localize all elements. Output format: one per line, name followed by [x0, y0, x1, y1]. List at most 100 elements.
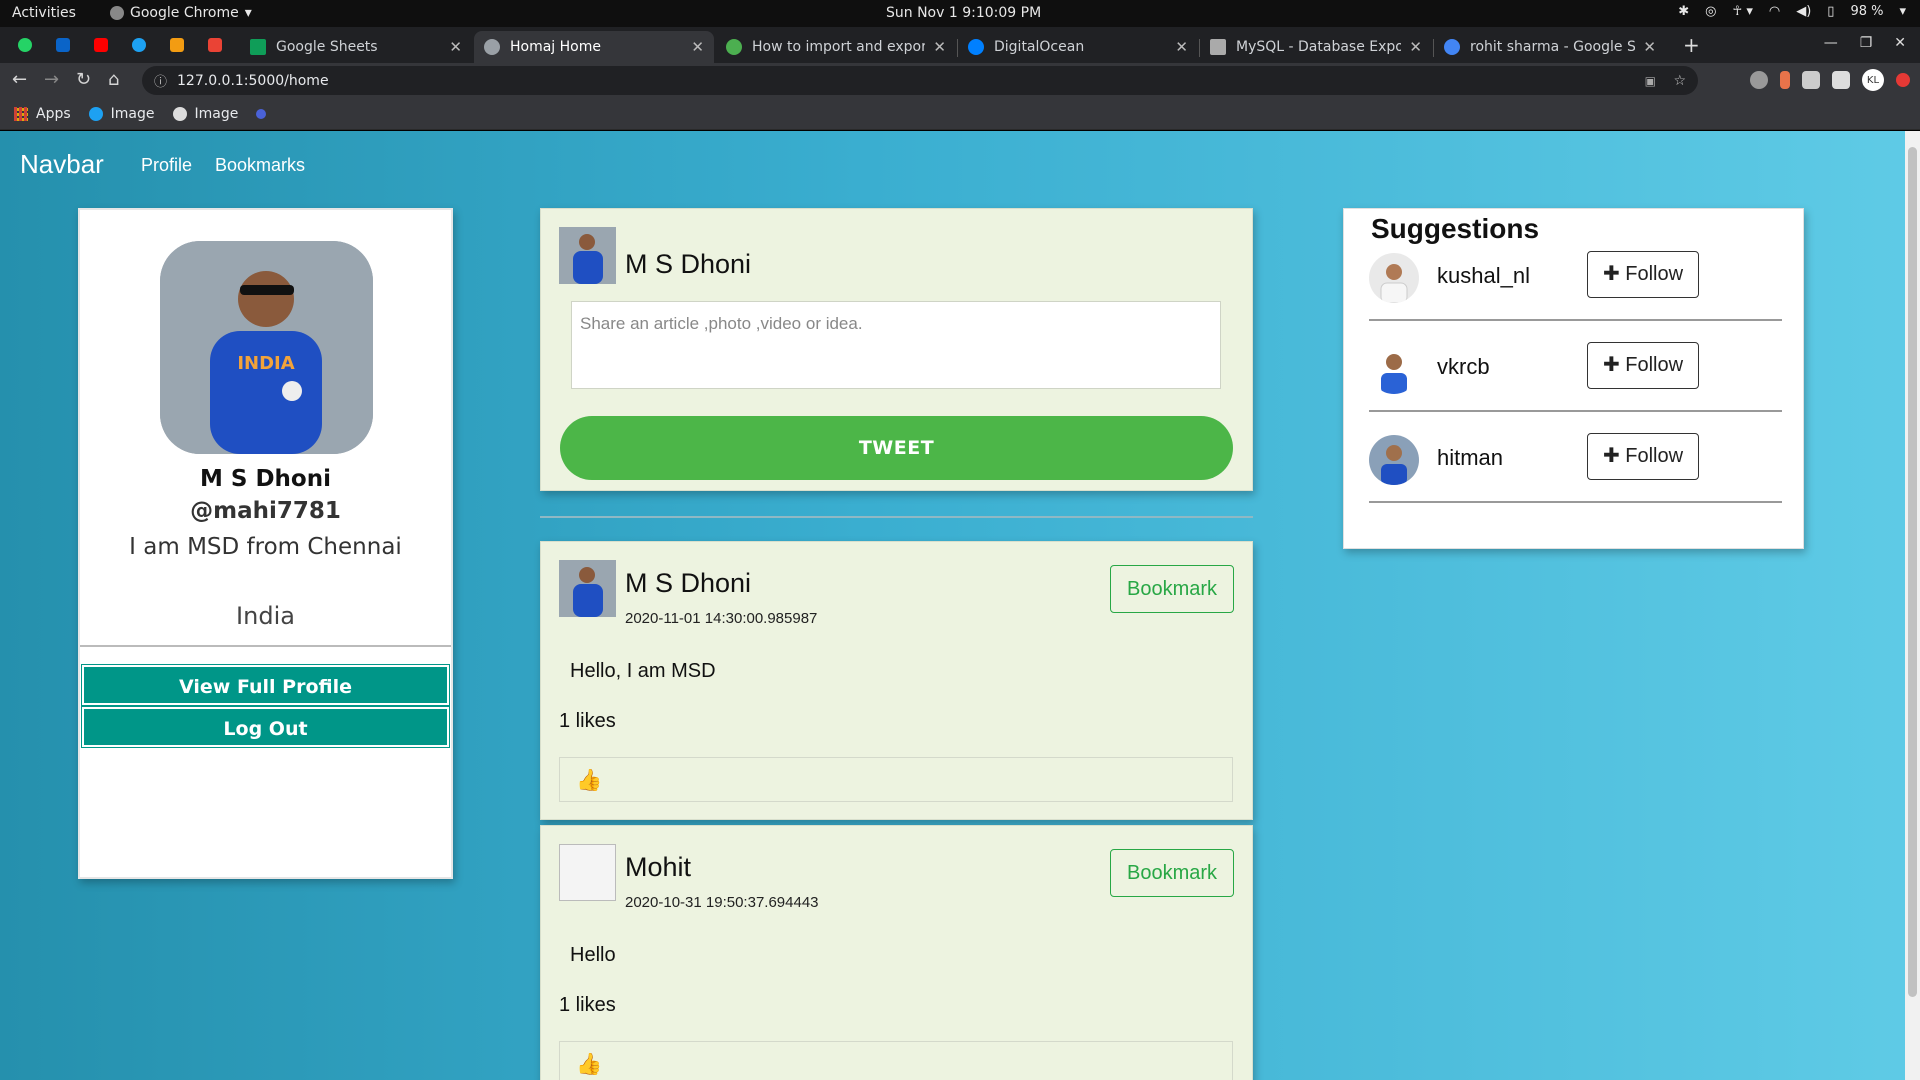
close-icon[interactable]: ✕: [1643, 38, 1656, 56]
post-card: Mohit 2020-10-31 19:50:37.694443 Bookmar…: [540, 825, 1253, 1080]
tab-import-export[interactable]: How to import and expor ✕: [716, 31, 956, 63]
follow-button[interactable]: ✚ Follow: [1587, 342, 1699, 389]
extensions-area: KL: [1750, 69, 1910, 91]
profile-handle: @mahi7781: [190, 498, 341, 524]
svg-text:INDIA: INDIA: [237, 353, 294, 374]
page-scrollbar[interactable]: [1905, 131, 1920, 1080]
battery-percent: 98 %: [1850, 4, 1884, 19]
post-card: M S Dhoni 2020-11-01 14:30:00.985987 Boo…: [540, 541, 1253, 820]
globe-icon: [172, 106, 187, 121]
post-text: Hello: [570, 944, 616, 966]
os-top-bar: Activities Google Chrome ▾ Sun Nov 1 9:1…: [0, 0, 1920, 27]
suggestion-row: hitman ✚ Follow: [1369, 425, 1782, 516]
site-info-icon[interactable]: ⓘ: [154, 71, 167, 90]
pinned-tab-whatsapp[interactable]: [10, 33, 40, 57]
bookmark-button[interactable]: Bookmark: [1110, 849, 1234, 897]
bookmark-unlabeled[interactable]: [256, 108, 267, 119]
tab-google-search[interactable]: rohit sharma - Google Sea ✕: [1434, 31, 1666, 63]
suggestion-username[interactable]: vkrcb: [1437, 354, 1490, 380]
close-icon[interactable]: ✕: [1409, 38, 1422, 56]
suggestion-username[interactable]: hitman: [1437, 445, 1503, 471]
close-icon[interactable]: ✕: [691, 38, 704, 56]
bluetooth-icon[interactable]: ✱: [1678, 4, 1689, 19]
pinned-tab-youtube[interactable]: [86, 33, 116, 57]
follow-button[interactable]: ✚ Follow: [1587, 251, 1699, 298]
system-menu-chevron-icon[interactable]: ▾: [1899, 4, 1906, 19]
reload-icon[interactable]: ↻: [76, 69, 91, 90]
post-author-name[interactable]: Mohit: [625, 852, 691, 883]
close-icon[interactable]: ✕: [1175, 38, 1188, 56]
extensions-puzzle-icon[interactable]: [1832, 71, 1850, 89]
forward-arrow-icon[interactable]: →: [44, 69, 59, 90]
system-tray[interactable]: ✱ ◎ ☥ ▾ ◠ ◀) ▯ 98 % ▾: [1678, 4, 1906, 19]
pinned-tab-outlook[interactable]: [48, 33, 78, 57]
bookmark-apps[interactable]: Apps: [14, 106, 71, 122]
bookmark-image-globe[interactable]: Image: [172, 106, 238, 122]
chevron-down-icon: ▾: [244, 5, 252, 21]
navbar-brand[interactable]: Navbar: [20, 149, 104, 180]
sync-icon[interactable]: ◎: [1705, 4, 1716, 19]
person-photo-icon: INDIA: [160, 241, 373, 454]
app-menu[interactable]: Google Chrome ▾: [110, 5, 252, 21]
clock[interactable]: Sun Nov 1 9:10:09 PM: [886, 5, 1041, 21]
new-tab-plus-icon[interactable]: +: [1683, 33, 1700, 57]
minimize-icon[interactable]: —: [1824, 35, 1838, 51]
follow-label: Follow: [1625, 445, 1684, 467]
nav-link-profile[interactable]: Profile: [141, 155, 192, 176]
tab-mysql-export[interactable]: MySQL - Database Export ✕: [1200, 31, 1432, 63]
bookmark-image-twitter[interactable]: Image: [88, 106, 155, 122]
tab-homaj-home[interactable]: Homaj Home ✕: [474, 31, 714, 63]
tab-google-sheets[interactable]: Google Sheets ✕: [240, 31, 472, 63]
wifi-icon[interactable]: ◠: [1769, 4, 1780, 19]
battery-icon[interactable]: ▯: [1827, 4, 1834, 19]
account-avatar[interactable]: KL: [1862, 69, 1884, 91]
compose-textarea[interactable]: Share an article ,photo ,video or idea.: [571, 301, 1221, 389]
tab-title: MySQL - Database Export: [1236, 39, 1402, 55]
home-icon[interactable]: ⌂: [108, 69, 119, 90]
extension-red-icon[interactable]: [1896, 73, 1910, 87]
chrome-icon: [110, 6, 124, 20]
back-arrow-icon[interactable]: ←: [12, 69, 27, 90]
feed-divider: [540, 516, 1253, 518]
extension-bulb-icon[interactable]: [1780, 71, 1790, 89]
close-icon[interactable]: ✕: [449, 38, 462, 56]
profile-country: India: [236, 602, 295, 630]
pinned-tab-twitter[interactable]: [124, 33, 154, 57]
pinned-tabs: [10, 33, 230, 57]
accessibility-icon[interactable]: ☥ ▾: [1733, 4, 1753, 19]
plus-icon: ✚: [1602, 354, 1626, 376]
post-timestamp: 2020-10-31 19:50:37.694443: [625, 894, 819, 911]
person-photo-icon: [559, 227, 616, 284]
translate-icon[interactable]: ▣: [1645, 74, 1656, 88]
activities-button[interactable]: Activities: [12, 5, 76, 21]
thumbs-up-icon[interactable]: 👍: [576, 1052, 602, 1077]
view-full-profile-button[interactable]: View Full Profile: [82, 665, 449, 705]
nav-link-bookmarks[interactable]: Bookmarks: [215, 155, 305, 176]
bookmarks-bar: Apps Image Image: [0, 98, 1920, 130]
follow-button[interactable]: ✚ Follow: [1587, 433, 1699, 480]
pinned-tab-gmail[interactable]: [200, 33, 230, 57]
pinned-tab-internshala[interactable]: [162, 33, 192, 57]
extension-cloud-icon[interactable]: [1750, 71, 1768, 89]
close-icon[interactable]: ✕: [933, 38, 946, 56]
thumbs-up-icon[interactable]: 👍: [576, 768, 602, 793]
bookmark-button[interactable]: Bookmark: [1110, 565, 1234, 613]
extension-stack-icon[interactable]: [1802, 71, 1820, 89]
volume-icon[interactable]: ◀): [1796, 4, 1811, 19]
tweet-button[interactable]: TWEET: [560, 416, 1233, 480]
scrollbar-thumb[interactable]: [1908, 147, 1917, 997]
suggestion-avatar: [1369, 435, 1419, 485]
address-bar[interactable]: ⓘ 127.0.0.1:5000/home ▣ ☆: [142, 66, 1698, 95]
like-bar: 👍: [559, 757, 1233, 802]
bookmark-star-icon[interactable]: ☆: [1673, 73, 1686, 89]
tab-title: DigitalOcean: [994, 39, 1085, 55]
post-like-count: 1 likes: [559, 994, 616, 1016]
logout-button[interactable]: Log Out: [82, 707, 449, 747]
suggestion-username[interactable]: kushal_nl: [1437, 263, 1530, 289]
post-author-name[interactable]: M S Dhoni: [625, 568, 751, 599]
tab-digitalocean[interactable]: DigitalOcean ✕: [958, 31, 1198, 63]
youtube-icon: [94, 38, 108, 52]
restore-icon[interactable]: ❐: [1860, 35, 1873, 51]
app-menu-label: Google Chrome: [130, 5, 239, 21]
close-window-icon[interactable]: ✕: [1894, 35, 1906, 51]
